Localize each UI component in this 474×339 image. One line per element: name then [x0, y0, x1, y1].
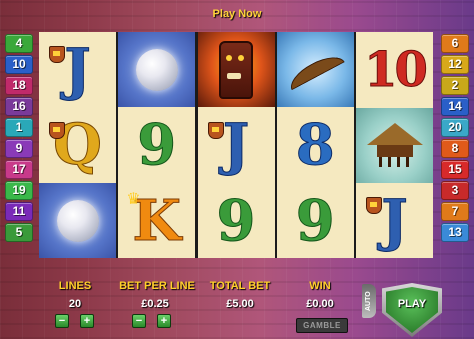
reel-4-symbol-1	[276, 32, 354, 107]
reel-2-symbol-3: K ♛	[118, 183, 195, 258]
left-payline-5[interactable]: 9	[5, 139, 33, 158]
bet-plus-button[interactable]: +	[157, 314, 171, 328]
reel-1-symbol-3	[39, 183, 116, 258]
reel-5-symbol-1: 10	[356, 32, 433, 107]
left-payline-4[interactable]: 1	[5, 118, 33, 137]
reel-3-symbol-1	[197, 32, 275, 107]
bet-minus-button[interactable]: −	[132, 314, 146, 328]
right-payline-3[interactable]: 14	[441, 97, 469, 116]
left-payline-9[interactable]: 5	[5, 223, 33, 242]
reel-1-symbol-2: Q	[39, 108, 116, 183]
symbol-letter: 9	[216, 187, 256, 254]
play-button-frame: PLAY	[376, 283, 446, 337]
right-payline-8[interactable]: 7	[441, 202, 469, 221]
win-label: WIN	[309, 280, 331, 292]
tribal-shield-icon	[49, 121, 65, 139]
lines-plus-button[interactable]: +	[80, 314, 94, 328]
bet-per-line-label: BET PER LINE	[119, 280, 195, 292]
tiki-mask-icon	[219, 40, 253, 99]
reel-3-symbol-2: J	[198, 108, 275, 183]
crown-icon: ♛	[126, 191, 141, 208]
left-payline-6[interactable]: 17	[5, 160, 33, 179]
left-payline-3[interactable]: 16	[5, 97, 33, 116]
right-payline-1[interactable]: 12	[441, 55, 469, 74]
right-payline-7[interactable]: 3	[441, 181, 469, 200]
symbol-letter: 9	[137, 112, 177, 178]
play-now-banner[interactable]: Play Now	[0, 8, 474, 20]
reel-4: 89	[276, 32, 354, 258]
hut-icon	[366, 123, 423, 167]
right-payline-0[interactable]: 6	[441, 34, 469, 53]
symbol-letter: J	[222, 112, 250, 178]
lines-minus-button[interactable]: −	[55, 314, 69, 328]
lines-label: LINES	[58, 280, 92, 292]
right-payline-2[interactable]: 2	[441, 76, 469, 95]
left-payline-2[interactable]: 18	[5, 76, 33, 95]
canoe-icon	[285, 49, 346, 90]
win-value: £0.00	[306, 298, 334, 310]
gamble-button[interactable]: GAMBLE	[296, 318, 348, 333]
right-payline-4[interactable]: 20	[441, 118, 469, 137]
play-button[interactable]: PLAY	[386, 287, 438, 333]
pearl-icon	[135, 48, 178, 91]
right-payline-6[interactable]: 15	[441, 160, 469, 179]
reel-5: 10 J	[356, 32, 433, 258]
total-bet-label: TOTAL BET	[209, 280, 271, 292]
reel-2-symbol-2: 9	[118, 108, 195, 183]
total-bet-value: £5.00	[226, 298, 254, 310]
reel-2: 9 K ♛	[118, 32, 196, 258]
tribal-shield-icon	[366, 197, 382, 214]
symbol-letter: 9	[295, 187, 335, 254]
tribal-shield-icon	[207, 121, 224, 139]
reel-grid: J Q 9 K ♛ J 9 8 9 10 J	[39, 32, 433, 258]
reel-3: J9	[197, 32, 275, 258]
symbol-letter: 8	[295, 112, 335, 178]
reel-3-symbol-3: 9	[198, 183, 275, 258]
reel-1: JQ	[39, 32, 116, 258]
left-payline-8[interactable]: 11	[5, 202, 33, 221]
bet-per-line-value: £0.25	[141, 298, 169, 310]
reel-5-symbol-2	[356, 107, 433, 183]
tribal-shield-icon	[49, 46, 65, 63]
right-payline-9[interactable]: 13	[441, 223, 469, 242]
lines-value: 20	[68, 298, 82, 310]
autoplay-button[interactable]: AUTO	[362, 284, 376, 318]
reel-4-symbol-3: 9	[277, 183, 354, 258]
symbol-letter: J	[64, 36, 91, 103]
symbol-letter: 10	[364, 41, 429, 98]
reel-2-symbol-1	[118, 32, 196, 107]
reel-5-symbol-3: J	[356, 183, 433, 258]
left-payline-0[interactable]: 4	[5, 34, 33, 53]
left-payline-7[interactable]: 19	[5, 181, 33, 200]
reel-4-symbol-2: 8	[277, 108, 354, 183]
pearl-icon	[56, 199, 99, 242]
right-payline-5[interactable]: 8	[441, 139, 469, 158]
symbol-letter: J	[381, 187, 408, 254]
reel-1-symbol-1: J	[39, 32, 116, 107]
left-payline-1[interactable]: 10	[5, 55, 33, 74]
